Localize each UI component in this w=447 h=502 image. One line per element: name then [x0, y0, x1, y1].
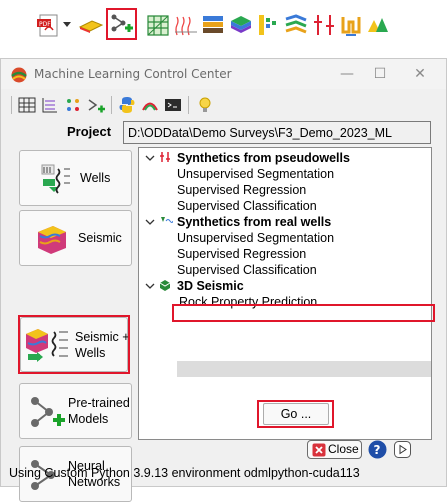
cluster-icon[interactable] [63, 95, 83, 115]
layered-cube-icon[interactable] [228, 12, 254, 38]
close-button-label: Close [328, 442, 359, 456]
project-path-field[interactable]: D:\ODData\Demo Surveys\F3_Demo_2023_ML [123, 121, 431, 144]
sidebar-button-pretrained-models[interactable]: Pre-trained Models [19, 383, 132, 439]
ml-button-highlight [106, 8, 137, 40]
pseudowells-icon[interactable] [338, 12, 364, 38]
lightbulb-icon[interactable] [195, 95, 215, 115]
real-wells-icon [161, 217, 173, 223]
tree-group-3d-seismic[interactable]: 3D Seismic [177, 279, 244, 294]
app-logo-icon [11, 67, 27, 83]
project-label: Project [67, 124, 112, 139]
sidebar-label-wells: Wells [80, 171, 111, 185]
terminal-icon[interactable] [163, 95, 183, 115]
seismic-cube-icon [38, 226, 66, 254]
network-plus-icon[interactable] [86, 95, 106, 115]
python-icon[interactable] [117, 95, 137, 115]
dropdown-arrow-icon[interactable] [63, 20, 71, 28]
crossplot-icon[interactable] [40, 95, 60, 115]
tree-item[interactable]: Unsupervised Segmentation [177, 167, 334, 182]
svg-text:?: ? [374, 443, 381, 457]
tree-group-pseudowells[interactable]: Synthetics from pseudowells [177, 151, 350, 166]
horizon-icon[interactable] [78, 12, 104, 38]
tree-item[interactable]: Supervised Classification [177, 263, 317, 278]
go-button-highlight [257, 400, 334, 428]
network-plus-icon [31, 397, 65, 427]
grid-icon[interactable] [145, 12, 171, 38]
close-icon [312, 443, 326, 457]
main-toolbar: PDF [0, 0, 447, 52]
pdf-export-icon[interactable]: PDF [36, 12, 62, 38]
close-window-button[interactable]: ✕ [409, 63, 431, 85]
close-button[interactable]: Close [307, 440, 362, 459]
toolbar-separator [111, 96, 112, 114]
sidebar-button-seismic[interactable]: Seismic [19, 210, 132, 266]
window-toolbar [11, 92, 431, 118]
chevron-down-icon[interactable] [145, 217, 155, 227]
wells-icon [41, 164, 70, 194]
selected-item-highlight [172, 304, 435, 322]
chevron-down-icon[interactable] [145, 281, 155, 291]
help-icon[interactable]: ? [368, 440, 387, 459]
well-tie-icon[interactable] [311, 12, 337, 38]
stratigraphy-icon[interactable] [200, 12, 226, 38]
ml-control-center-window: Machine Learning Control Center — ☐ ✕ Pr… [0, 58, 447, 502]
chevron-down-icon[interactable] [145, 153, 155, 163]
well-logs-icon[interactable] [173, 12, 199, 38]
toolbar-separator [11, 96, 12, 114]
window-title: Machine Learning Control Center [34, 67, 232, 81]
colortable-icon[interactable] [140, 95, 160, 115]
more-tools-icon[interactable] [364, 12, 390, 38]
sidebar-label-pretrained-models: Pre-trained Models [68, 396, 130, 426]
selected-row-background [177, 361, 431, 377]
minimize-button[interactable]: — [336, 63, 358, 85]
grid-select-icon[interactable] [17, 95, 37, 115]
tree-item[interactable]: Unsupervised Segmentation [177, 231, 334, 246]
status-text: Using Custom Python 3.9.13 environment o… [9, 466, 360, 480]
sidebar-button-wells[interactable]: Wells [19, 150, 132, 206]
maximize-button[interactable]: ☐ [369, 63, 391, 85]
tree-group-real-wells[interactable]: Synthetics from real wells [177, 215, 331, 230]
title-bar: Machine Learning Control Center — ☐ ✕ [1, 59, 446, 89]
toolbar-separator [188, 96, 189, 114]
tree-item[interactable]: Supervised Classification [177, 199, 317, 214]
sidebar-label-seismic: Seismic [78, 231, 122, 245]
play-icon[interactable] [394, 441, 411, 458]
tree-item[interactable]: Supervised Regression [177, 247, 306, 262]
tree-item[interactable]: Supervised Regression [177, 183, 306, 198]
attributes-icon[interactable] [256, 12, 282, 38]
pseudowells-icon [160, 152, 170, 162]
3d-seismic-icon [159, 280, 171, 291]
workflow-tree[interactable]: Synthetics from pseudowells Unsupervised… [138, 147, 432, 440]
seismic-wells-highlight [18, 315, 130, 374]
volume-processing-icon[interactable] [283, 12, 309, 38]
